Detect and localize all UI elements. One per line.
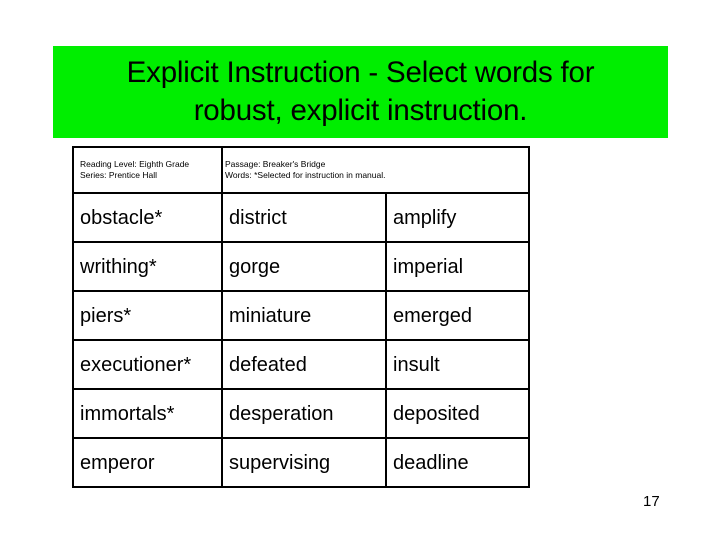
word-label: desperation — [229, 402, 334, 425]
word-cell: supervising — [221, 437, 387, 488]
word-label: gorge — [229, 255, 281, 278]
word-cell: defeated — [221, 339, 387, 390]
meta-cell-passage: Passage: Breaker's Bridge Words: *Select… — [220, 146, 531, 194]
table-row: emperor supervising deadline — [72, 437, 531, 488]
table-row: writhing* gorge imperial — [72, 241, 531, 292]
word-label: defeated — [229, 353, 307, 376]
word-label: piers* — [80, 304, 132, 327]
word-label: writhing* — [80, 255, 157, 278]
table-row: immortals* desperation deposited — [72, 388, 531, 439]
word-cell: miniature — [221, 290, 387, 341]
page-title: Explicit Instruction - Select words for … — [126, 56, 595, 127]
word-label: immortals* — [80, 402, 175, 425]
word-label: executioner* — [80, 353, 192, 376]
table-row: piers* miniature emerged — [72, 290, 531, 341]
word-cell: insult — [384, 339, 531, 390]
word-label: obstacle* — [80, 206, 163, 229]
word-cell: deposited — [384, 388, 531, 439]
word-label: deposited — [393, 402, 480, 425]
word-cell: imperial — [384, 241, 531, 292]
table-row: obstacle* district amplify — [72, 192, 531, 243]
word-cell: writhing* — [72, 241, 223, 292]
word-cell: district — [221, 192, 387, 243]
word-label: amplify — [393, 206, 457, 229]
word-label: district — [229, 206, 287, 229]
word-cell: deadline — [384, 437, 531, 488]
word-cell: piers* — [72, 290, 223, 341]
table-row: executioner* defeated insult — [72, 339, 531, 390]
word-cell: gorge — [221, 241, 387, 292]
word-cell: emerged — [384, 290, 531, 341]
word-cell: desperation — [221, 388, 387, 439]
word-label: miniature — [229, 304, 312, 327]
word-label: insult — [393, 353, 440, 376]
table-meta-row: Reading Level: Eighth Grade Series: Pren… — [72, 146, 531, 194]
meta-text-reading-level: Reading Level: Eighth Grade Series: Pren… — [80, 158, 190, 181]
word-label: supervising — [229, 451, 331, 474]
word-label: imperial — [393, 255, 464, 278]
word-cell: amplify — [384, 192, 531, 243]
word-label: emperor — [80, 451, 155, 474]
page-number: 17 — [643, 493, 660, 510]
title-banner: Explicit Instruction - Select words for … — [53, 46, 668, 138]
word-cell: obstacle* — [72, 192, 223, 243]
word-cell: executioner* — [72, 339, 223, 390]
word-cell: immortals* — [72, 388, 223, 439]
word-label: deadline — [393, 451, 469, 474]
meta-text-passage: Passage: Breaker's Bridge Words: *Select… — [225, 158, 386, 181]
word-label: emerged — [393, 304, 472, 327]
word-cell: emperor — [72, 437, 223, 488]
meta-cell-reading-level: Reading Level: Eighth Grade Series: Pren… — [72, 146, 223, 194]
word-table: Reading Level: Eighth Grade Series: Pren… — [72, 146, 531, 488]
